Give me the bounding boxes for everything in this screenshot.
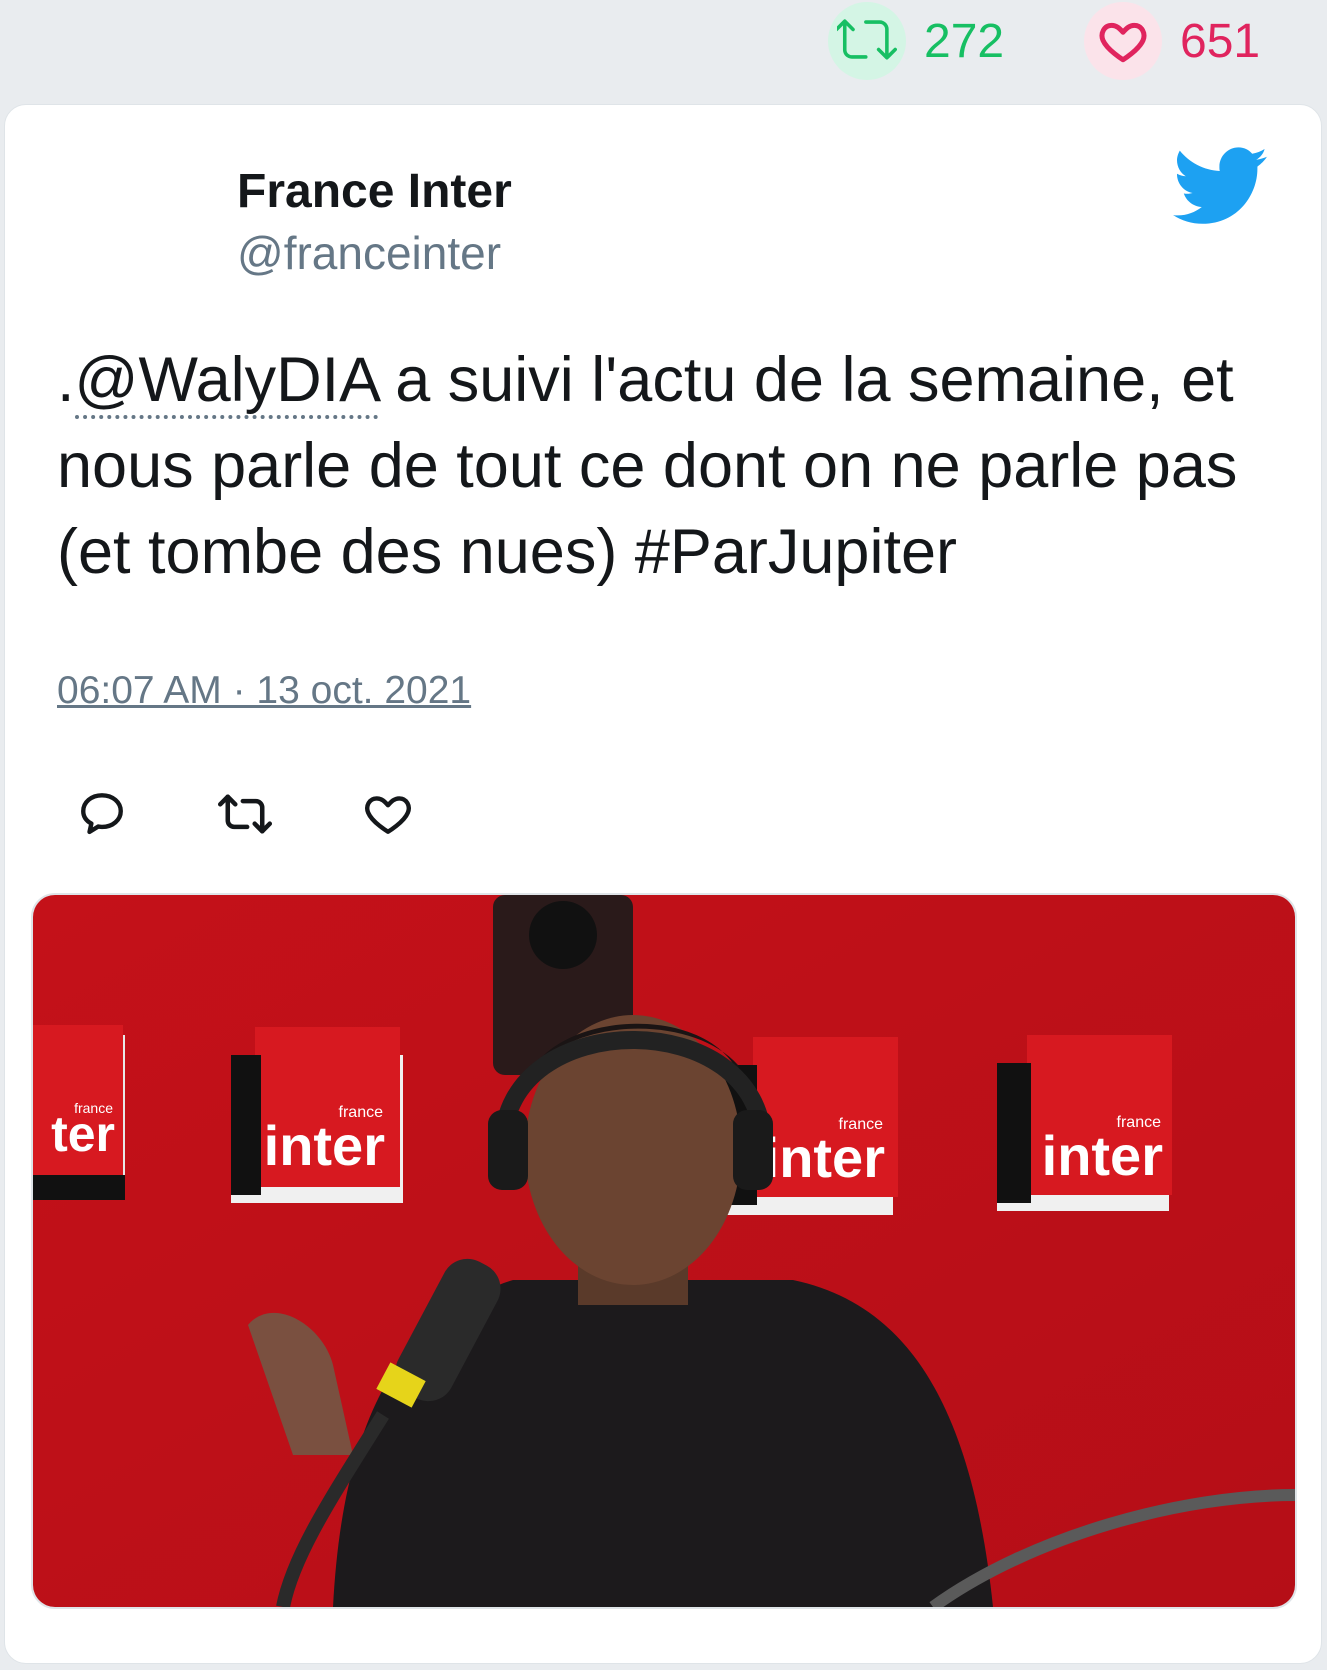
tweet-card[interactable]: France Inter @franceinter .@WalyDIA a su… (4, 104, 1322, 1664)
logo-big-text: inter (264, 1114, 385, 1177)
retweet-action-icon[interactable] (217, 789, 273, 844)
video-thumbnail: france ter france inter france inter fra… (33, 895, 1295, 1607)
like-count: 651 (1180, 14, 1261, 68)
tweet-text: .@WalyDIA a suivi l'actu de la semaine, … (57, 337, 1277, 595)
engagement-stats: 272 651 (0, 0, 1327, 100)
retweet-count: 272 (924, 14, 1005, 68)
twitter-bird-icon[interactable] (1173, 147, 1269, 232)
author-handle[interactable]: @franceinter (237, 225, 512, 283)
tweet-timestamp[interactable]: 06:07 AM · 13 oct. 2021 (57, 669, 471, 713)
retweet-stat[interactable]: 272 (828, 2, 1004, 80)
logo-big-text: inter (1042, 1124, 1163, 1187)
reply-icon[interactable] (77, 789, 127, 844)
like-action-icon[interactable] (363, 789, 413, 844)
text-prefix: . (57, 345, 75, 415)
logo-cut-text: ter (51, 1106, 115, 1162)
tweet-media[interactable]: france ter france inter france inter fra… (31, 893, 1297, 1609)
author-name[interactable]: France Inter (237, 163, 512, 221)
like-stat[interactable]: 651 (1084, 2, 1260, 80)
logo-center-left: france inter (231, 1027, 403, 1203)
author-info[interactable]: France Inter @franceinter (237, 163, 512, 282)
mention-link[interactable]: @WalyDIA (74, 345, 378, 419)
logo-big-text: inter (764, 1126, 885, 1189)
heart-icon[interactable] (1084, 2, 1162, 80)
retweet-icon[interactable] (828, 2, 906, 80)
logo-left: france ter (33, 1025, 125, 1200)
